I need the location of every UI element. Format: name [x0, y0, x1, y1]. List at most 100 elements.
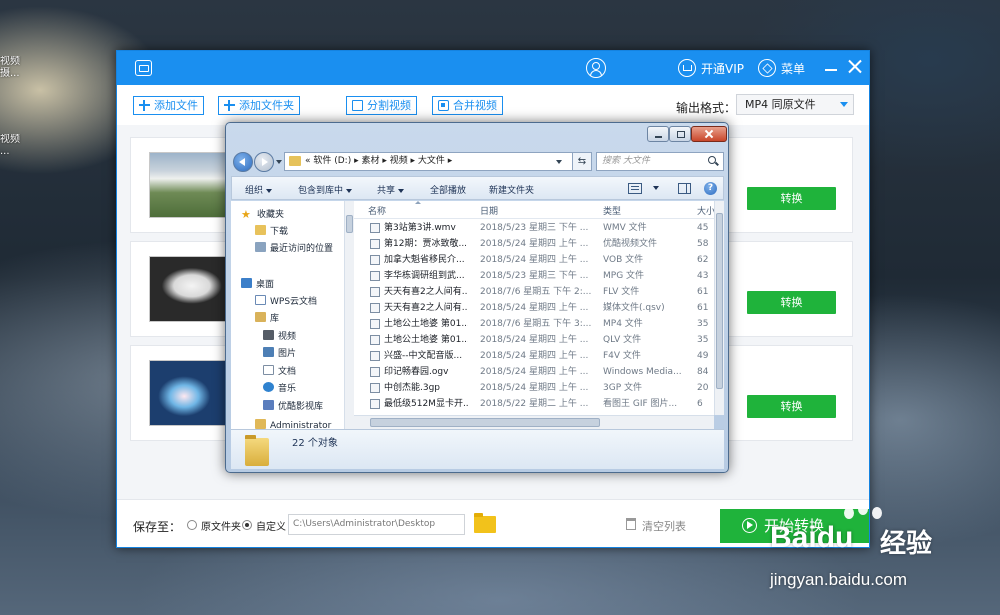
file-size: 61: [697, 303, 709, 313]
address-dropdown-icon[interactable]: [556, 160, 562, 164]
nav-item-administrator[interactable]: Administrator: [255, 419, 331, 429]
play-all-button[interactable]: 全部播放: [430, 183, 466, 196]
nav-item-favorites[interactable]: ★ 收藏夹: [241, 208, 284, 222]
nav-item-music[interactable]: 音乐: [263, 382, 296, 396]
youku-library-icon: [263, 400, 274, 410]
view-dropdown[interactable]: [650, 183, 659, 193]
column-header-type[interactable]: 类型: [603, 204, 621, 217]
column-header-size[interactable]: 大小: [697, 204, 714, 217]
address-bar[interactable]: « 软件 (D:) ▸ 素材 ▸ 视频 ▸ 大文件 ▸: [284, 152, 590, 171]
output-format-value: MP4 同原文件: [745, 98, 816, 111]
file-name: 中创杰能.3gp: [384, 383, 441, 393]
video-file-icon: [370, 367, 380, 377]
radio-custom-folder[interactable]: [242, 520, 252, 530]
file-row[interactable]: 加拿大魁省移民介... 2018/5/24 星期四 上午 ... VOB 文件 62: [354, 252, 714, 268]
file-row[interactable]: 印记畅春园.ogv 2018/5/24 星期四 上午 ... Windows Med…: [354, 364, 714, 380]
share-menu[interactable]: 共享: [377, 183, 405, 196]
file-row[interactable]: 中创杰能.3gp 2018/5/24 星期四 上午 ... 3GP 文件 20: [354, 380, 714, 396]
nav-item-libraries[interactable]: 库: [255, 312, 279, 326]
minimize-icon[interactable]: [825, 69, 837, 71]
save-path-input[interactable]: C:\Users\Administrator\Desktop: [288, 514, 465, 535]
file-list-vertical-scrollbar[interactable]: [714, 201, 724, 415]
add-file-button[interactable]: 添加文件: [133, 96, 204, 115]
user-avatar-icon[interactable]: [586, 58, 606, 78]
radio-original-folder-label[interactable]: 原文件夹: [201, 518, 241, 533]
desktop-shortcut-label-2[interactable]: 视频 ...: [0, 134, 22, 158]
column-header-name[interactable]: 名称: [368, 204, 386, 217]
clear-list-button[interactable]: 清空列表: [642, 518, 686, 534]
add-folder-button[interactable]: 添加文件夹: [218, 96, 300, 115]
desktop-shortcut-label-1[interactable]: 视频 摄...: [0, 56, 22, 80]
file-type: 3GP 文件: [603, 383, 642, 393]
radio-custom-folder-label[interactable]: 自定义: [256, 518, 286, 533]
convert-button-3[interactable]: 转换: [747, 395, 836, 418]
preview-pane-icon[interactable]: [678, 183, 691, 194]
file-date: 2018/5/24 星期四 上午 ...: [480, 367, 589, 377]
nav-item-desktop[interactable]: 桌面: [241, 278, 274, 292]
music-library-icon: [263, 382, 274, 392]
column-header-date[interactable]: 日期: [480, 204, 498, 217]
scrollbar-thumb[interactable]: [716, 213, 723, 389]
navigation-scrollbar[interactable]: [344, 201, 354, 429]
video-file-icon: [370, 255, 380, 265]
file-row[interactable]: 天天有喜2之人间有... 2018/7/6 星期五 下午 2:... FLV 文件 6…: [354, 284, 714, 300]
view-options-icon[interactable]: [628, 183, 642, 194]
refresh-icon[interactable]: ⇆: [572, 152, 592, 171]
nav-item-videos[interactable]: 视频: [263, 330, 296, 344]
nav-item-youku[interactable]: 优酷影视库: [263, 400, 323, 414]
file-row[interactable]: 第12期：贾冰致敬... 2018/5/24 星期四 上午 ... 优酷视频文件 58: [354, 236, 714, 252]
organize-menu[interactable]: 组织: [245, 183, 273, 196]
file-row[interactable]: 李华栋调研组到武... 2018/5/23 星期三 下午 ... MPG 文件 43: [354, 268, 714, 284]
nav-item-documents[interactable]: 文档: [263, 365, 296, 379]
file-name: 印记畅春园.ogv: [384, 367, 449, 377]
convert-button-1[interactable]: 转换: [747, 187, 836, 210]
file-row[interactable]: 天天有喜2之人间有... 2018/5/24 星期四 上午 ... 媒体文件(.qs…: [354, 300, 714, 316]
command-bar: 组织 包含到库中 共享 全部播放 新建文件夹 ?: [231, 176, 724, 200]
video-thumbnail-2: [149, 256, 227, 322]
file-size: 35: [697, 335, 709, 345]
output-format-select[interactable]: MP4 同原文件: [736, 94, 854, 115]
search-icon[interactable]: [708, 156, 716, 164]
nav-item-pictures[interactable]: 图片: [263, 347, 296, 361]
convert-button-2[interactable]: 转换: [747, 291, 836, 314]
nav-item-downloads[interactable]: 下载: [255, 225, 288, 239]
folder-icon[interactable]: [474, 513, 496, 533]
radio-original-folder[interactable]: [187, 520, 197, 530]
file-row[interactable]: 土地公土地婆 第01... 2018/5/24 星期四 上午 ... QLV 文件 3…: [354, 332, 714, 348]
nav-item-wps-cloud[interactable]: WPS云文档: [255, 295, 317, 309]
nav-item-label: 最近访问的位置: [270, 244, 334, 254]
scrollbar-thumb[interactable]: [346, 215, 353, 233]
file-row[interactable]: 土地公土地婆 第01... 2018/7/6 星期五 下午 3:... MP4 文件…: [354, 316, 714, 332]
trash-icon[interactable]: [626, 518, 636, 530]
file-row[interactable]: 最低级512M显卡开... 2018/5/22 星期二 上午 ... 看图王 GIF…: [354, 396, 714, 412]
close-icon[interactable]: [848, 59, 862, 73]
file-row[interactable]: 兴盛--中文配音版... 2018/5/24 星期四 上午 ... F4V 文件 49: [354, 348, 714, 364]
dialog-close-icon[interactable]: [691, 126, 727, 142]
vip-button[interactable]: 开通VIP: [678, 59, 744, 77]
dialog-maximize-icon[interactable]: [669, 126, 691, 142]
merge-video-label: 合并视频: [453, 99, 497, 112]
split-video-button[interactable]: 分割视频: [346, 96, 417, 115]
menu-button[interactable]: 菜单: [758, 59, 805, 77]
nav-item-recent[interactable]: 最近访问的位置: [255, 242, 333, 256]
search-input[interactable]: 搜索 大文件: [596, 152, 724, 171]
history-dropdown-icon[interactable]: [276, 160, 282, 164]
include-library-menu[interactable]: 包含到库中: [298, 183, 353, 196]
nav-item-label: 库: [270, 314, 280, 324]
document-library-icon: [263, 365, 274, 375]
title-bar: 开通VIP 菜单: [117, 51, 869, 85]
file-date: 2018/7/6 星期五 下午 2:...: [480, 287, 592, 297]
file-row[interactable]: 第3站第3讲.wmv 2018/5/23 星期三 下午 ... WMV 文件 45: [354, 220, 714, 236]
forward-arrow-icon[interactable]: [254, 152, 274, 172]
file-name: 最低级512M显卡开...: [384, 399, 468, 409]
vip-label: 开通VIP: [701, 61, 744, 76]
new-folder-button[interactable]: 新建文件夹: [489, 183, 534, 196]
back-arrow-icon[interactable]: [233, 152, 253, 172]
file-date: 2018/5/23 星期三 下午 ...: [480, 271, 589, 281]
scrollbar-thumb[interactable]: [370, 418, 600, 427]
merge-video-button[interactable]: 合并视频: [432, 96, 503, 115]
dialog-minimize-icon[interactable]: [647, 126, 669, 142]
watermark-cn: 经验: [880, 529, 933, 559]
file-list-horizontal-scrollbar[interactable]: [354, 415, 714, 429]
help-icon[interactable]: ?: [704, 182, 717, 195]
